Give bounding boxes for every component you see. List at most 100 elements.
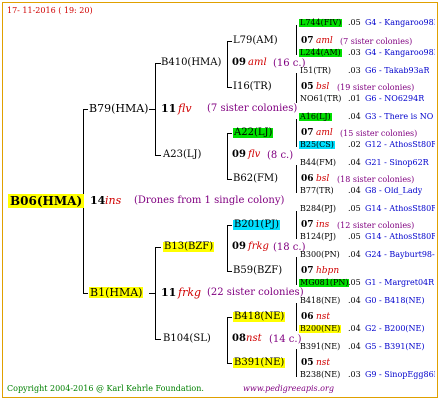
- g4-queen[interactable]: A16(LJ): [299, 113, 332, 121]
- g4-year: .05: [348, 204, 361, 213]
- g3-c-queen[interactable]: A22(LJ): [233, 128, 274, 138]
- fm-queen[interactable]: A23(LJ): [163, 150, 201, 160]
- connector: [227, 87, 232, 88]
- g4-code[interactable]: G5 - B391(NE): [365, 343, 425, 351]
- g4-code[interactable]: G3 - There is NO: [365, 113, 433, 121]
- g4-code[interactable]: G24 - Bayburt98-3: [365, 251, 435, 259]
- connector: [149, 109, 155, 110]
- connector: [296, 73, 297, 103]
- g3-e-year: 07: [301, 220, 314, 230]
- connector: [227, 363, 232, 364]
- g4-year: .05: [348, 18, 361, 27]
- g3-a-queen[interactable]: L79(AM): [233, 36, 278, 46]
- g4-code[interactable]: G4 - Kangaroo98R: [365, 19, 435, 27]
- g3-e-queen[interactable]: B201(PJ): [233, 220, 280, 230]
- g4-queen[interactable]: L744(FIV): [299, 19, 343, 27]
- g4-code[interactable]: G12 - AthosSt80R: [365, 141, 435, 149]
- g4-code[interactable]: G21 - Sinop62R: [365, 159, 429, 167]
- g3-h-queen[interactable]: B391(NE): [233, 358, 286, 368]
- connector: [155, 247, 156, 339]
- g4-queen[interactable]: B124(PJ): [299, 233, 337, 241]
- root-ins: ins: [105, 194, 122, 207]
- mf-queen[interactable]: B13(BZF): [163, 242, 215, 252]
- mother-year: 11: [161, 286, 177, 299]
- mother-note: (22 sister colonies): [207, 287, 304, 298]
- g4-code[interactable]: G2 - B200(NE): [365, 325, 425, 333]
- g4-queen[interactable]: B44(FM): [299, 159, 337, 167]
- ff-queen[interactable]: B410(HMA): [161, 58, 221, 68]
- g3-e-note: (12 sister colonies): [337, 221, 415, 230]
- g4-queen[interactable]: B238(NE): [299, 371, 341, 379]
- g3-e-ins: ins: [316, 220, 330, 230]
- root-year: 14: [90, 194, 106, 207]
- g4-queen[interactable]: B391(NE): [299, 343, 341, 351]
- father-note: (7 sister colonies): [207, 103, 298, 114]
- g4-queen[interactable]: B418(NE): [299, 297, 341, 305]
- g3-b-note: (19 sister colonies): [337, 83, 415, 92]
- fm-ins: flv: [248, 149, 261, 160]
- g3-f-queen[interactable]: B59(BZF): [233, 266, 282, 276]
- g4-queen[interactable]: I51(TR): [299, 67, 332, 75]
- g3-b-queen[interactable]: I16(TR): [233, 82, 272, 92]
- g4-code[interactable]: G6 - NO6294R: [365, 95, 424, 103]
- g4-queen[interactable]: L244(AM): [299, 49, 342, 57]
- connector: [296, 25, 297, 55]
- g4-year: .04: [348, 342, 361, 351]
- g4-queen[interactable]: B300(PN): [299, 251, 341, 259]
- g4-queen[interactable]: B284(PJ): [299, 205, 337, 213]
- g4-code[interactable]: G6 - Takab93aR: [365, 67, 429, 75]
- g4-queen[interactable]: B77(TR): [299, 187, 335, 195]
- father-queen[interactable]: B79(HMA): [89, 103, 148, 114]
- g3-b-ins: bsl: [316, 82, 330, 92]
- g4-year: .05: [348, 232, 361, 241]
- g4-code[interactable]: G8 - Old_Lady: [365, 187, 422, 195]
- g3-g-year: 06: [301, 312, 314, 322]
- g4-code[interactable]: G0 - B418(NE): [365, 297, 425, 305]
- g3-g-queen[interactable]: B418(NE): [233, 312, 286, 322]
- date-stamp: 17- 11-2016 ( 19: 20): [7, 6, 93, 15]
- mm-year: 08: [232, 333, 246, 344]
- g4-queen[interactable]: MG081(PN): [299, 279, 350, 287]
- g4-code[interactable]: G4 - Kangaroo98R: [365, 49, 435, 57]
- g4-queen[interactable]: NO61(TR): [299, 95, 342, 103]
- site-link[interactable]: www.pedigreeapis.org: [243, 385, 334, 393]
- father-year: 11: [161, 102, 177, 115]
- ff-ins: aml: [248, 57, 267, 68]
- connector: [296, 119, 297, 147]
- connector: [227, 271, 232, 272]
- connector: [296, 349, 297, 377]
- connector: [227, 41, 232, 42]
- fm-year: 09: [232, 149, 246, 160]
- g4-queen[interactable]: B200(NE): [299, 325, 342, 333]
- mother-ins: frkg: [178, 286, 202, 299]
- g4-year: .04: [348, 250, 361, 259]
- mm-ins: nst: [246, 333, 262, 344]
- g4-code[interactable]: G14 - AthosSt80R: [365, 205, 435, 213]
- pedigree-chart: { "header": {"date": "17- 11-2016 ( 19: …: [2, 2, 438, 398]
- g4-code[interactable]: G1 - Margret04R: [365, 279, 434, 287]
- g4-code[interactable]: G14 - AthosSt80R: [365, 233, 435, 241]
- connector: [227, 133, 232, 134]
- connector: [296, 257, 297, 285]
- g3-a-year: 07: [301, 36, 314, 46]
- g4-year: .05: [348, 278, 361, 287]
- g4-year: .02: [348, 140, 361, 149]
- connector: [149, 293, 155, 294]
- g3-g-ins: nst: [316, 312, 331, 322]
- g3-d-ins: bsl: [316, 174, 330, 184]
- g3-a-ins: aml: [316, 36, 333, 46]
- g4-year: .03: [348, 66, 361, 75]
- mm-queen[interactable]: B104(SL): [163, 334, 211, 344]
- connector: [155, 63, 156, 155]
- g3-a-note: (7 sister colonies): [340, 37, 413, 46]
- root-queen[interactable]: B06(HMA): [8, 194, 85, 208]
- g3-d-queen[interactable]: B62(FM): [233, 174, 278, 184]
- copyright-text: Copyright 2004-2016 @ Karl Kehrle Founda…: [7, 384, 204, 393]
- g3-d-year: 06: [301, 174, 314, 184]
- g4-code[interactable]: G9 - SinopEgg86R: [365, 371, 435, 379]
- g3-f-year: 07: [301, 266, 314, 276]
- g4-year: .04: [348, 112, 361, 121]
- mother-queen[interactable]: B1(HMA): [89, 287, 144, 298]
- connector: [83, 293, 88, 294]
- g4-queen[interactable]: B25(CS): [299, 141, 335, 149]
